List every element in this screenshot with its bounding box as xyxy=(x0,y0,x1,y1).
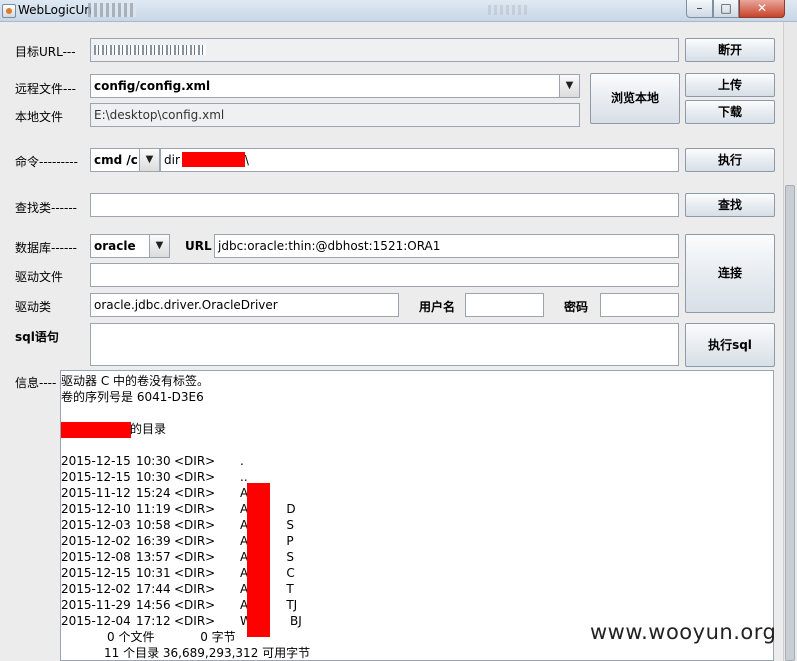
password-input[interactable] xyxy=(600,293,679,317)
entry-time: 17:12 xyxy=(136,614,171,628)
entry-date: 2015-11-12 xyxy=(61,486,131,500)
command-shell-value: cmd /c xyxy=(94,153,138,167)
remote-file-combo[interactable]: config/config.xml xyxy=(90,74,580,98)
connect-button[interactable]: 连接 xyxy=(685,234,775,313)
driver-class-label: 驱动类 xyxy=(15,300,52,314)
entry-date: 2015-12-02 xyxy=(61,534,131,548)
sql-textarea[interactable] xyxy=(90,323,679,366)
info-output-area[interactable]: 驱动器 C 中的卷没有标签。 卷的序列号是 6041-D3E6 的目录 2015… xyxy=(60,370,774,661)
entry-type: <DIR> xyxy=(174,534,216,548)
browse-local-button[interactable]: 浏览本地 xyxy=(590,73,680,124)
java-app-icon xyxy=(2,4,16,18)
command-label: 命令--------- xyxy=(15,155,78,169)
entry-type: <DIR> xyxy=(174,502,216,516)
username-label: 用户名 xyxy=(419,300,456,314)
entry-type: <DIR> xyxy=(174,566,216,580)
download-button[interactable]: 下载 xyxy=(685,100,775,124)
info-dirs-summary: 11 个目录 36,689,293,312 可用字节 xyxy=(104,646,311,660)
info-path-redacted xyxy=(61,422,131,438)
watermark: www.wooyun.org xyxy=(590,620,777,644)
entry-type: <DIR> xyxy=(174,454,216,468)
remote-file-value: config/config.xml xyxy=(94,79,211,93)
entry-date: 2015-12-02 xyxy=(61,582,131,596)
entry-date: 2015-12-15 xyxy=(61,470,131,484)
entry-type: <DIR> xyxy=(174,614,216,628)
close-button[interactable]: ✕ xyxy=(739,0,785,18)
local-file-field[interactable]: E:\desktop\config.xml xyxy=(90,103,580,127)
entry-time: 10:30 xyxy=(136,470,171,484)
entry-time: 10:30 xyxy=(136,454,171,468)
command-shell-dropdown-arrow-icon[interactable]: ▼ xyxy=(139,149,159,171)
info-volume-line: 驱动器 C 中的卷没有标签。 xyxy=(61,374,210,388)
command-prefix: dir xyxy=(164,153,180,167)
local-file-label: 本地文件 xyxy=(15,110,64,124)
entry-time: 16:39 xyxy=(136,534,171,548)
entry-time: 10:58 xyxy=(136,518,171,532)
upload-button[interactable]: 上传 xyxy=(685,73,775,97)
entry-date: 2015-11-29 xyxy=(61,598,131,612)
window-title: WebLogicUn xyxy=(18,3,92,17)
find-class-input[interactable] xyxy=(90,193,679,217)
entry-date: 2015-12-15 xyxy=(61,566,131,580)
find-class-label: 查找类------ xyxy=(15,201,77,215)
entry-date: 2015-12-15 xyxy=(61,454,131,468)
title-obscured-text xyxy=(88,3,136,17)
target-url-field[interactable] xyxy=(90,38,679,62)
command-suffix: \ xyxy=(244,153,249,167)
info-label: 信息---- xyxy=(15,376,57,390)
execute-sql-button[interactable]: 执行sql xyxy=(685,323,775,367)
jdbc-url-input[interactable]: jdbc:oracle:thin:@dbhost:1521:ORA1 xyxy=(214,234,679,258)
entry-type: <DIR> xyxy=(174,470,216,484)
info-files-summary: 0 个文件 0 字节 xyxy=(107,630,236,644)
entry-time: 13:57 xyxy=(136,550,171,564)
entry-time: 10:31 xyxy=(136,566,171,580)
username-input[interactable] xyxy=(465,293,544,317)
entry-date: 2015-12-04 xyxy=(61,614,131,628)
disconnect-button[interactable]: 断开 xyxy=(685,38,775,62)
entry-date: 2015-12-03 xyxy=(61,518,131,532)
minimize-button[interactable]: – xyxy=(686,0,713,18)
target-url-obscured xyxy=(94,45,206,55)
driver-class-input[interactable]: oracle.jdbc.driver.OracleDriver xyxy=(90,293,399,317)
entry-type: <DIR> xyxy=(174,598,216,612)
title-obscured-text-2 xyxy=(488,5,528,15)
command-redacted xyxy=(181,152,245,167)
entry-date: 2015-12-10 xyxy=(61,502,131,516)
entry-type: <DIR> xyxy=(174,582,216,596)
remote-file-dropdown-arrow-icon[interactable]: ▼ xyxy=(559,75,579,97)
scrollbar-thumb[interactable] xyxy=(785,185,795,661)
find-button[interactable]: 查找 xyxy=(685,193,775,217)
command-input[interactable]: dir \ xyxy=(160,148,679,172)
entry-time: 17:44 xyxy=(136,582,171,596)
entry-type: <DIR> xyxy=(174,486,216,500)
driver-file-label: 驱动文件 xyxy=(15,270,64,284)
execute-button[interactable]: 执行 xyxy=(685,148,775,172)
entry-time: 14:56 xyxy=(136,598,171,612)
info-names-redacted xyxy=(247,483,270,637)
sql-label: sql语句 xyxy=(15,330,59,344)
entry-name: . xyxy=(240,454,244,468)
url-label: URL xyxy=(185,239,212,253)
entry-type: <DIR> xyxy=(174,518,216,532)
database-label: 数据库------ xyxy=(15,241,77,255)
password-label: 密码 xyxy=(564,300,589,314)
database-type-value: oracle xyxy=(94,239,136,253)
entry-date: 2015-12-08 xyxy=(61,550,131,564)
entry-type: <DIR> xyxy=(174,550,216,564)
database-type-dropdown-arrow-icon[interactable]: ▼ xyxy=(149,235,169,257)
entry-time: 11:19 xyxy=(136,502,171,516)
info-dir-of-label: 的目录 xyxy=(130,422,167,436)
info-serial-line: 卷的序列号是 6041-D3E6 xyxy=(61,390,204,404)
maximize-button[interactable]: □ xyxy=(713,0,739,18)
driver-file-input[interactable] xyxy=(90,263,679,287)
remote-file-label: 远程文件--- xyxy=(15,82,76,96)
target-url-label: 目标URL--- xyxy=(15,45,76,59)
entry-time: 15:24 xyxy=(136,486,171,500)
